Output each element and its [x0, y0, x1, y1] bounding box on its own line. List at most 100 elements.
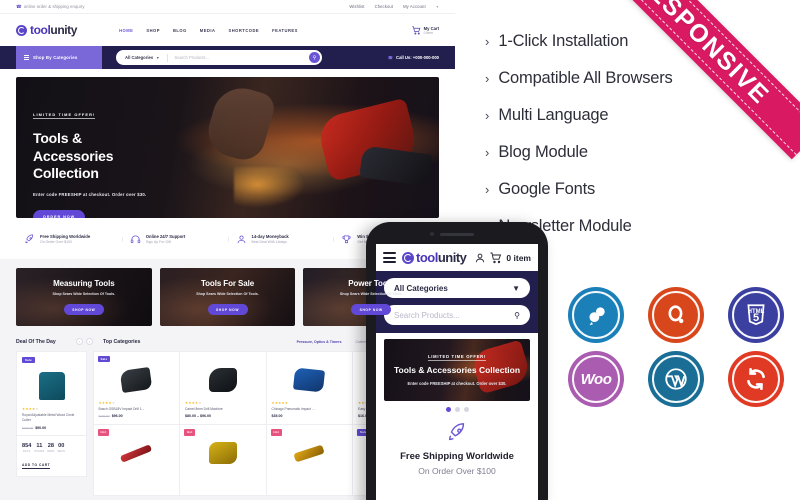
earpiece-speaker	[440, 233, 474, 236]
top-categories-title: Top Categories	[103, 338, 141, 345]
cart-count: 0 item	[423, 30, 433, 35]
topbar-link-wishlist[interactable]: Wishlist	[349, 4, 364, 9]
mobile-logo[interactable]: toolunity	[402, 250, 467, 265]
countdown-days: 854 DAYS	[22, 443, 31, 453]
headset-icon	[130, 234, 141, 245]
product-image	[185, 361, 261, 399]
mobile-search-input[interactable]: Search Products... ⚲	[384, 305, 530, 325]
countdown-days-value: 854	[22, 442, 32, 449]
product-image	[99, 361, 175, 399]
utility-topbar: ☎ online order & shipping enquiry Wishli…	[0, 0, 455, 14]
service-title: Online 24/7 Support	[145, 233, 186, 239]
category-banner-shop-now-button[interactable]: SHOP NOW	[63, 304, 104, 315]
rocket-icon	[24, 234, 35, 245]
site-logo[interactable]: toolunity	[16, 23, 77, 37]
mobile-header: toolunity 0 item	[376, 244, 538, 271]
rocket-icon	[446, 422, 468, 444]
search-button[interactable]: ⚲	[309, 52, 320, 63]
product-name[interactable]: Bosch GSB18V Impact Drill 1...	[99, 407, 175, 412]
category-banner-tools-for-sale[interactable]: Tools For Sale Shop Sears Wide Selection…	[159, 268, 296, 326]
product-card[interactable]: Hot	[265, 424, 353, 497]
call-us-block[interactable]: ☎ Call Us: +000-000-000	[388, 55, 439, 60]
logo-text-secondary: unity	[437, 250, 467, 265]
feature-label: Compatible All Browsers	[498, 69, 673, 87]
feature-item-multi-language: › Multi Language	[485, 106, 735, 125]
countdown-mins-value: 28	[47, 442, 55, 449]
cart-widget[interactable]: My Cart 0 item	[412, 26, 439, 35]
menu-icon	[24, 55, 29, 60]
product-current-price: $80.00 – $96.00	[185, 414, 211, 419]
mobile-menu-icon[interactable]	[383, 251, 396, 264]
topbar-link-checkout[interactable]: Checkout	[375, 4, 394, 9]
product-badge: Hot	[270, 429, 282, 436]
mobile-search-block: All Categories ▼ Search Products... ⚲	[376, 271, 538, 333]
user-account-icon[interactable]	[474, 252, 486, 264]
category-banner-sub: Shop Sears Wide Selection Of Tools.	[196, 292, 259, 296]
woocommerce-label: Woo	[580, 370, 612, 388]
category-banner-shop-now-button[interactable]: SHOP NOW	[207, 304, 248, 315]
hero-banner: LIMITED TIME OFFER! Tools & Accessories …	[16, 77, 439, 218]
mobile-service-title: Free Shipping Worldwide	[400, 451, 514, 462]
nav-item-blog[interactable]: BLOG	[173, 28, 187, 33]
product-current-price: $90.00	[35, 425, 47, 430]
logo-text-primary: tool	[30, 23, 51, 37]
product-card[interactable]: Hot	[92, 424, 180, 497]
mobile-category-select[interactable]: All Categories ▼	[384, 278, 530, 298]
product-name[interactable]: Royal Adjustable Metal Wood Circle Cutte…	[22, 413, 81, 423]
nav-item-media[interactable]: MEDIA	[200, 28, 216, 33]
html5-version: 5	[752, 311, 760, 324]
phone-icon: ☎	[16, 3, 22, 9]
nav-item-shortcode[interactable]: SHORTCODE	[228, 28, 259, 33]
countdown-days-label: DAYS	[22, 449, 31, 453]
product-old-price: $100.00	[22, 425, 34, 430]
tab-pressure-optics-timers[interactable]: Pressure, Optics & Timers	[297, 340, 342, 344]
chevron-down-icon: ▼	[512, 283, 520, 293]
service-item-support: Online 24/7 Support Sign Up For Gift	[121, 233, 228, 245]
mobile-hero-banner: LIMITED TIME OFFER! Tools & Accessories …	[384, 339, 530, 401]
shop-by-categories-label: Shop By Categories	[33, 55, 78, 60]
deal-product-card[interactable]: Sale ★★★★★ Royal Adjustable Metal Wood C…	[16, 351, 87, 436]
shopping-cart-icon[interactable]	[490, 252, 502, 264]
search-bar-strip: Shop By Categories All Categories ▼ Sear…	[0, 46, 455, 69]
phone-icon: ☎	[387, 55, 394, 60]
category-banner-measuring-tools[interactable]: Measuring Tools Shop Sears Wide Selectio…	[16, 268, 152, 326]
chevron-right-icon: ›	[485, 34, 490, 49]
category-banner-shop-now-button[interactable]: SHOP NOW	[351, 304, 392, 315]
user-refund-icon	[236, 234, 247, 245]
logo-text-secondary: unity	[50, 23, 78, 37]
hero-title: Tools & Accessories Collection	[33, 130, 114, 181]
nav-item-shop[interactable]: SHOP	[146, 28, 160, 33]
mobile-carousel-dots[interactable]	[376, 407, 538, 412]
search-input[interactable]: Search Products...	[175, 55, 309, 60]
mobile-cart-count: 0 item	[506, 252, 531, 263]
service-title: Free Shipping Worldwide	[40, 233, 91, 239]
add-to-cart-button[interactable]: ADD TO CART	[22, 463, 51, 470]
carousel-next-button[interactable]: ›	[86, 338, 93, 345]
mobile-search-placeholder: Search Products...	[394, 310, 460, 320]
product-card[interactable]: ★★★★★ Chicago Pneumatic Impact ... $35.0…	[265, 350, 353, 426]
hero-order-now-button[interactable]: ORDER NOW	[33, 209, 85, 218]
search-icon[interactable]: ⚲	[514, 311, 520, 320]
product-price: $35.00	[272, 414, 348, 418]
mobile-hero-kicker: LIMITED TIME OFFER!	[428, 353, 486, 361]
deal-countdown-card: 854 DAYS 11 HOURS 28 MINS 00 SECS ADD TO CAR…	[16, 435, 87, 477]
product-name[interactable]: Chicago Pneumatic Impact ...	[272, 407, 348, 412]
feature-item-blog-module: › Blog Module	[485, 143, 735, 162]
product-rating: ★★★★★	[185, 400, 202, 405]
nav-item-home[interactable]: HOME	[119, 28, 133, 33]
product-name[interactable]: Camel 8mm Drill Machine	[185, 407, 261, 412]
cart-label: My Cart	[423, 25, 439, 31]
chevron-down-icon[interactable]: ▼	[436, 5, 439, 9]
category-select[interactable]: All Categories ▼	[125, 55, 160, 60]
product-rating: ★★★★★	[271, 400, 289, 405]
carousel-prev-button[interactable]: ‹	[76, 338, 83, 345]
countdown-hours-label: HOURS	[34, 449, 45, 453]
trophy-icon	[341, 234, 352, 245]
topbar-tagline: ☎ online order & shipping enquiry	[16, 4, 85, 10]
nav-item-features[interactable]: FEATURES	[272, 28, 298, 33]
product-card[interactable]: ★★★★★ Camel 8mm Drill Machine $80.00 – $…	[179, 350, 267, 426]
product-card[interactable]: Hot	[179, 424, 267, 497]
product-card[interactable]: Sale ★★★★★ Bosch GSB18V Impact Drill 1..…	[92, 350, 180, 426]
shop-by-categories-button[interactable]: Shop By Categories	[16, 46, 102, 69]
topbar-link-my-account[interactable]: My Account	[403, 4, 426, 9]
